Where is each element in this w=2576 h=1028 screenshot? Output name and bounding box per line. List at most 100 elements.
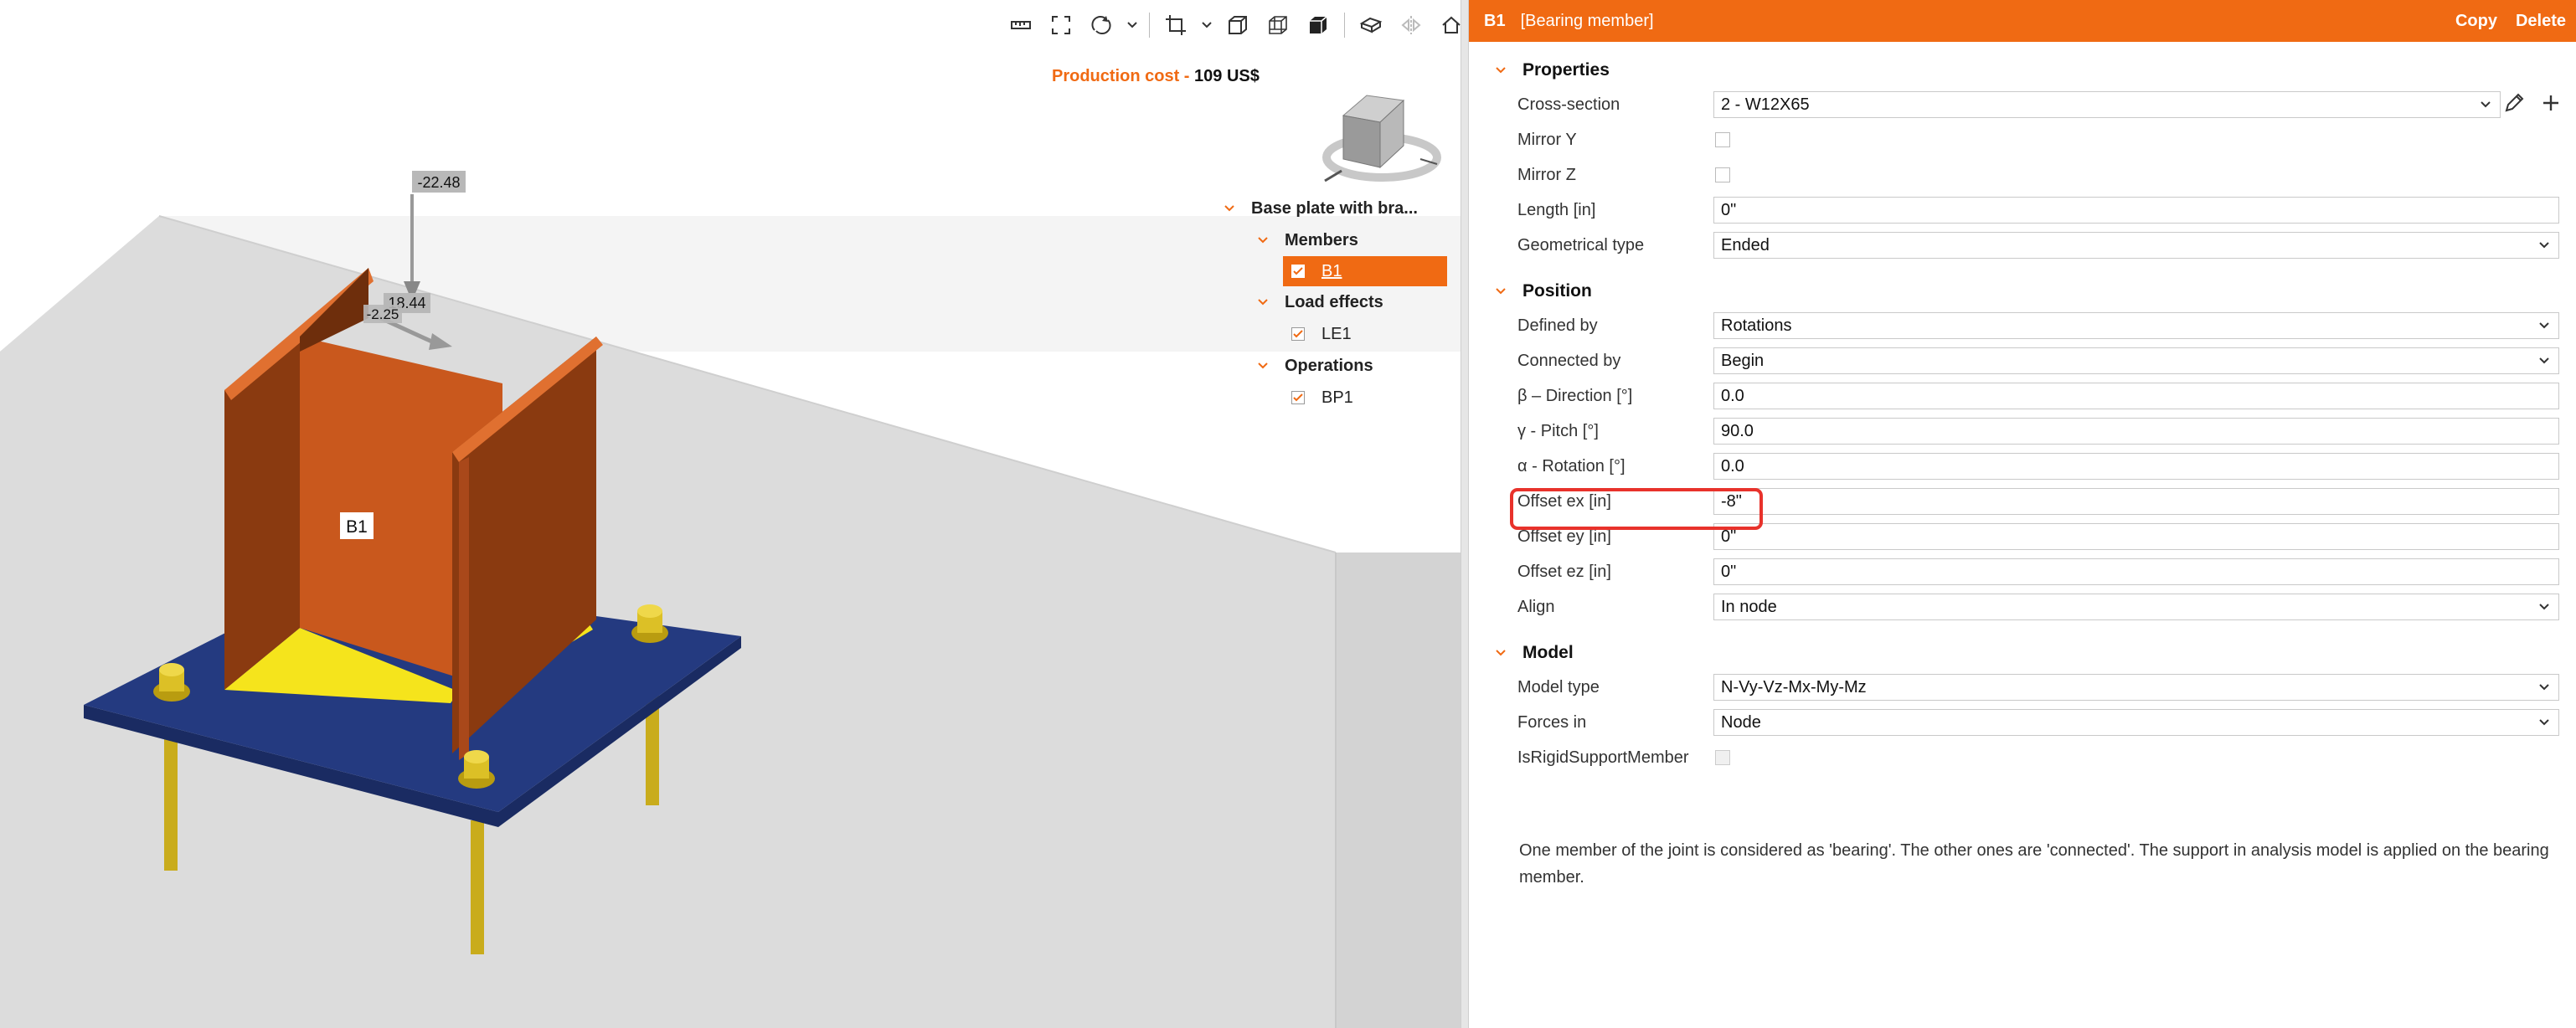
chevron-down-icon[interactable] (1256, 359, 1270, 373)
gamma-pitch-input[interactable]: 90.0 (1713, 418, 2559, 445)
geometrical-type-select[interactable]: Ended (1713, 232, 2559, 259)
offset-ex-input[interactable]: -8" (1713, 488, 2559, 515)
row-mirror-z: Mirror Z (1469, 157, 2576, 193)
tree-group-label: Load effects (1285, 292, 1383, 311)
wireframe-cube-icon[interactable] (1222, 11, 1254, 39)
chevron-down-icon[interactable] (2480, 92, 2491, 117)
add-icon[interactable] (2539, 91, 2563, 119)
row-offset-ez: Offset ez [in] 0" (1469, 554, 2576, 589)
length-input[interactable]: 0" (1713, 197, 2559, 224)
member-id: B1 (1484, 11, 1506, 30)
chevron-down-icon[interactable] (1223, 202, 1236, 215)
defined-by-select[interactable]: Rotations (1713, 312, 2559, 339)
chevron-down-icon[interactable] (1126, 11, 1139, 39)
section-properties[interactable]: Properties (1469, 54, 2576, 87)
chevron-down-icon[interactable] (2538, 313, 2550, 338)
chevron-down-icon[interactable] (1494, 285, 1507, 298)
tree-item-checkbox[interactable] (1291, 391, 1305, 404)
view-cube[interactable] (1320, 87, 1444, 188)
section-position[interactable]: Position (1469, 275, 2576, 308)
tree-group-operations[interactable]: Operations (1223, 350, 1461, 382)
select-value: 2 - W12X65 (1721, 95, 1810, 114)
align-select[interactable]: In node (1713, 594, 2559, 620)
mirror-icon[interactable] (1395, 11, 1427, 39)
field-label: β – Direction [°] (1517, 386, 1633, 405)
row-length: Length [in] 0" (1469, 193, 2576, 228)
tree-item-bp1[interactable]: BP1 (1223, 382, 1461, 414)
mirror-z-checkbox[interactable] (1715, 167, 1730, 182)
beta-direction-input[interactable]: 0.0 (1713, 383, 2559, 409)
field-label: Length [in] (1517, 200, 1596, 219)
chevron-down-icon[interactable] (2538, 233, 2550, 258)
chevron-down-icon[interactable] (1494, 64, 1507, 77)
field-label: Offset ez [in] (1517, 562, 1611, 581)
chevron-down-icon[interactable] (2538, 348, 2550, 373)
field-label: Mirror Y (1517, 130, 1577, 149)
scene-floor-step (1336, 553, 1461, 1028)
forces-in-select[interactable]: Node (1713, 709, 2559, 736)
member-label: B1 (346, 517, 368, 537)
mirror-y-checkbox[interactable] (1715, 132, 1730, 147)
chevron-down-icon[interactable] (2538, 675, 2550, 700)
bearing-member-note: One member of the joint is considered as… (1519, 841, 2549, 887)
model-tree: Base plate with bra... Members B1 Load e… (1223, 193, 1461, 414)
home-icon[interactable] (1435, 11, 1461, 39)
row-alpha-rotation: α - Rotation [°] 0.0 (1469, 449, 2576, 484)
model-type-select[interactable]: N-Vy-Vz-Mx-My-Mz (1713, 674, 2559, 701)
connected-by-select[interactable]: Begin (1713, 347, 2559, 374)
chevron-down-icon[interactable] (1494, 646, 1507, 660)
field-label: Forces in (1517, 712, 1587, 732)
tree-group-label: Operations (1285, 356, 1373, 375)
tree-item-label: LE1 (1321, 324, 1352, 343)
toolbar-separator (1149, 13, 1150, 38)
anchor-rod (471, 820, 484, 954)
3d-scene[interactable]: -22.48 18.44 -2.25 B1 (0, 0, 1461, 1028)
panel-splitter[interactable] (1461, 0, 1469, 1028)
rotate-icon[interactable] (1085, 11, 1117, 39)
tree-item-le1[interactable]: LE1 (1223, 318, 1461, 350)
select-value: N-Vy-Vz-Mx-My-Mz (1721, 677, 1867, 696)
row-align: Align In node (1469, 589, 2576, 625)
edit-pencil-icon[interactable] (2502, 91, 2526, 119)
production-cost-label: Production cost (1052, 67, 1180, 85)
transparent-cube-icon[interactable] (1262, 11, 1294, 39)
tree-item-checkbox[interactable] (1291, 327, 1305, 341)
fit-view-icon[interactable] (1045, 11, 1077, 39)
crop-icon[interactable] (1160, 11, 1192, 39)
tree-item-checkbox[interactable] (1291, 265, 1305, 278)
3d-viewport[interactable]: -22.48 18.44 -2.25 B1 Production cost - … (0, 0, 1461, 1028)
cross-section-select[interactable]: 2 - W12X65 (1713, 91, 2501, 118)
member-type: [Bearing member] (1520, 11, 1654, 30)
chevron-down-icon[interactable] (1256, 296, 1270, 309)
member-flange-right-front (459, 457, 469, 760)
tree-group-members[interactable]: Members (1223, 224, 1461, 256)
section-title: Model (1522, 643, 1574, 662)
chevron-down-icon[interactable] (2538, 594, 2550, 619)
row-gamma-pitch: γ - Pitch [°] 90.0 (1469, 414, 2576, 449)
production-cost-value: 109 US$ (1194, 67, 1260, 85)
ruler-icon[interactable] (1005, 11, 1037, 39)
tree-item-b1[interactable]: B1 (1283, 256, 1447, 286)
row-forces-in: Forces in Node (1469, 705, 2576, 740)
chevron-down-icon[interactable] (2538, 710, 2550, 735)
section-plane-icon[interactable] (1355, 11, 1387, 39)
row-is-rigid-support: IsRigidSupportMember (1469, 740, 2576, 775)
tree-item-label: B1 (1321, 261, 1342, 280)
select-value: Begin (1721, 351, 1765, 370)
field-label: Defined by (1517, 316, 1598, 335)
offset-ey-input[interactable]: 0" (1713, 523, 2559, 550)
alpha-rotation-input[interactable]: 0.0 (1713, 453, 2559, 480)
tree-root[interactable]: Base plate with bra... (1223, 193, 1461, 224)
select-value: In node (1721, 597, 1777, 616)
delete-button[interactable]: Delete (2516, 12, 2566, 31)
tree-item-label: BP1 (1321, 388, 1353, 407)
is-rigid-support-checkbox[interactable] (1715, 750, 1730, 765)
offset-ez-input[interactable]: 0" (1713, 558, 2559, 585)
chevron-down-icon[interactable] (1256, 234, 1270, 247)
chevron-down-icon[interactable] (1200, 11, 1213, 39)
tree-group-load-effects[interactable]: Load effects (1223, 286, 1461, 318)
solid-cube-icon[interactable] (1302, 11, 1334, 39)
field-label: γ - Pitch [°] (1517, 421, 1599, 440)
section-model[interactable]: Model (1469, 636, 2576, 670)
copy-button[interactable]: Copy (2455, 12, 2497, 31)
